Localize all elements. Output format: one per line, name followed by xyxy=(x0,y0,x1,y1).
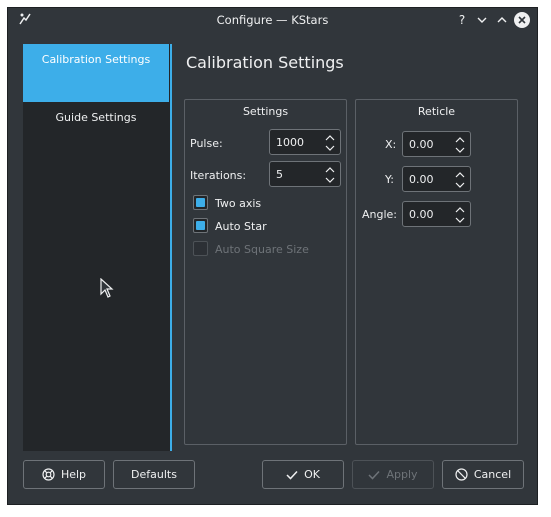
spin-arrows-icon[interactable] xyxy=(324,133,336,153)
pulse-label: Pulse: xyxy=(190,137,223,150)
sidebar-item-guide-settings[interactable]: Guide Settings xyxy=(23,102,169,160)
sidebar-item-calibration-settings[interactable]: Calibration Settings xyxy=(23,44,169,102)
reticle-y-spinbox[interactable]: 0.00 xyxy=(402,166,471,192)
reticle-x-value: 0.00 xyxy=(409,138,434,151)
lifebuoy-icon xyxy=(42,468,55,481)
maximize-icon[interactable] xyxy=(494,12,510,28)
two-axis-checkbox[interactable] xyxy=(193,195,208,210)
defaults-button-label: Defaults xyxy=(131,468,177,481)
settings-group: Settings Pulse: 1000 Iterations: 5 Two a… xyxy=(184,99,347,445)
two-axis-label: Two axis xyxy=(215,197,262,210)
apply-button[interactable]: Apply xyxy=(352,460,434,489)
reticle-group: Reticle X: 0.00 Y: 0.00 Angle: 0.00 xyxy=(355,99,518,445)
reticle-angle-label: Angle: xyxy=(362,208,398,221)
title-bar[interactable]: Configure — KStars ? xyxy=(8,8,537,32)
reticle-x-label: X: xyxy=(385,138,397,151)
reticle-group-title: Reticle xyxy=(417,105,456,118)
auto-star-label: Auto Star xyxy=(215,220,267,233)
help-glyph: ? xyxy=(458,13,466,27)
cancel-icon xyxy=(455,468,468,481)
mouse-cursor-icon xyxy=(100,278,114,298)
reticle-angle-value: 0.00 xyxy=(409,208,434,221)
cancel-button[interactable]: Cancel xyxy=(442,460,524,489)
auto-square-size-label: Auto Square Size xyxy=(215,243,309,256)
cancel-button-label: Cancel xyxy=(473,468,512,481)
help-button-label: Help xyxy=(60,468,87,481)
close-icon[interactable] xyxy=(514,12,530,28)
reticle-y-value: 0.00 xyxy=(409,173,434,186)
auto-star-checkbox[interactable] xyxy=(193,218,208,233)
iterations-spinbox[interactable]: 5 xyxy=(269,161,341,187)
sidebar-item-label: Guide Settings xyxy=(55,111,137,124)
reticle-y-label: Y: xyxy=(385,173,394,186)
minimize-icon[interactable] xyxy=(474,12,490,28)
spin-arrows-icon[interactable] xyxy=(454,135,466,155)
spin-arrows-icon[interactable] xyxy=(454,170,466,190)
pulse-spinbox[interactable]: 1000 xyxy=(269,129,341,155)
defaults-button[interactable]: Defaults xyxy=(113,460,195,489)
configure-dialog: Configure — KStars ? Calibration Setting… xyxy=(7,7,538,505)
ok-button-label: OK xyxy=(304,468,320,481)
reticle-x-spinbox[interactable]: 0.00 xyxy=(402,131,471,157)
reticle-angle-spinbox[interactable]: 0.00 xyxy=(402,201,471,227)
page-title: Calibration Settings xyxy=(186,53,344,72)
ok-button[interactable]: OK xyxy=(262,460,344,489)
spin-arrows-icon[interactable] xyxy=(454,205,466,225)
page-list-sidebar: Calibration Settings Guide Settings xyxy=(23,44,171,451)
pulse-value: 1000 xyxy=(276,136,304,149)
iterations-label: Iterations: xyxy=(190,169,247,182)
apply-button-label: Apply xyxy=(386,468,418,481)
iterations-value: 5 xyxy=(276,168,283,181)
help-button[interactable]: Help xyxy=(23,460,105,489)
help-icon[interactable]: ? xyxy=(454,12,470,28)
checkmark-icon xyxy=(368,470,381,480)
sidebar-divider xyxy=(170,44,172,451)
sidebar-item-label: Calibration Settings xyxy=(41,53,151,66)
settings-group-title: Settings xyxy=(242,105,289,118)
auto-square-size-checkbox[interactable] xyxy=(193,241,208,256)
spin-arrows-icon[interactable] xyxy=(324,165,336,185)
checkmark-icon xyxy=(286,470,298,480)
